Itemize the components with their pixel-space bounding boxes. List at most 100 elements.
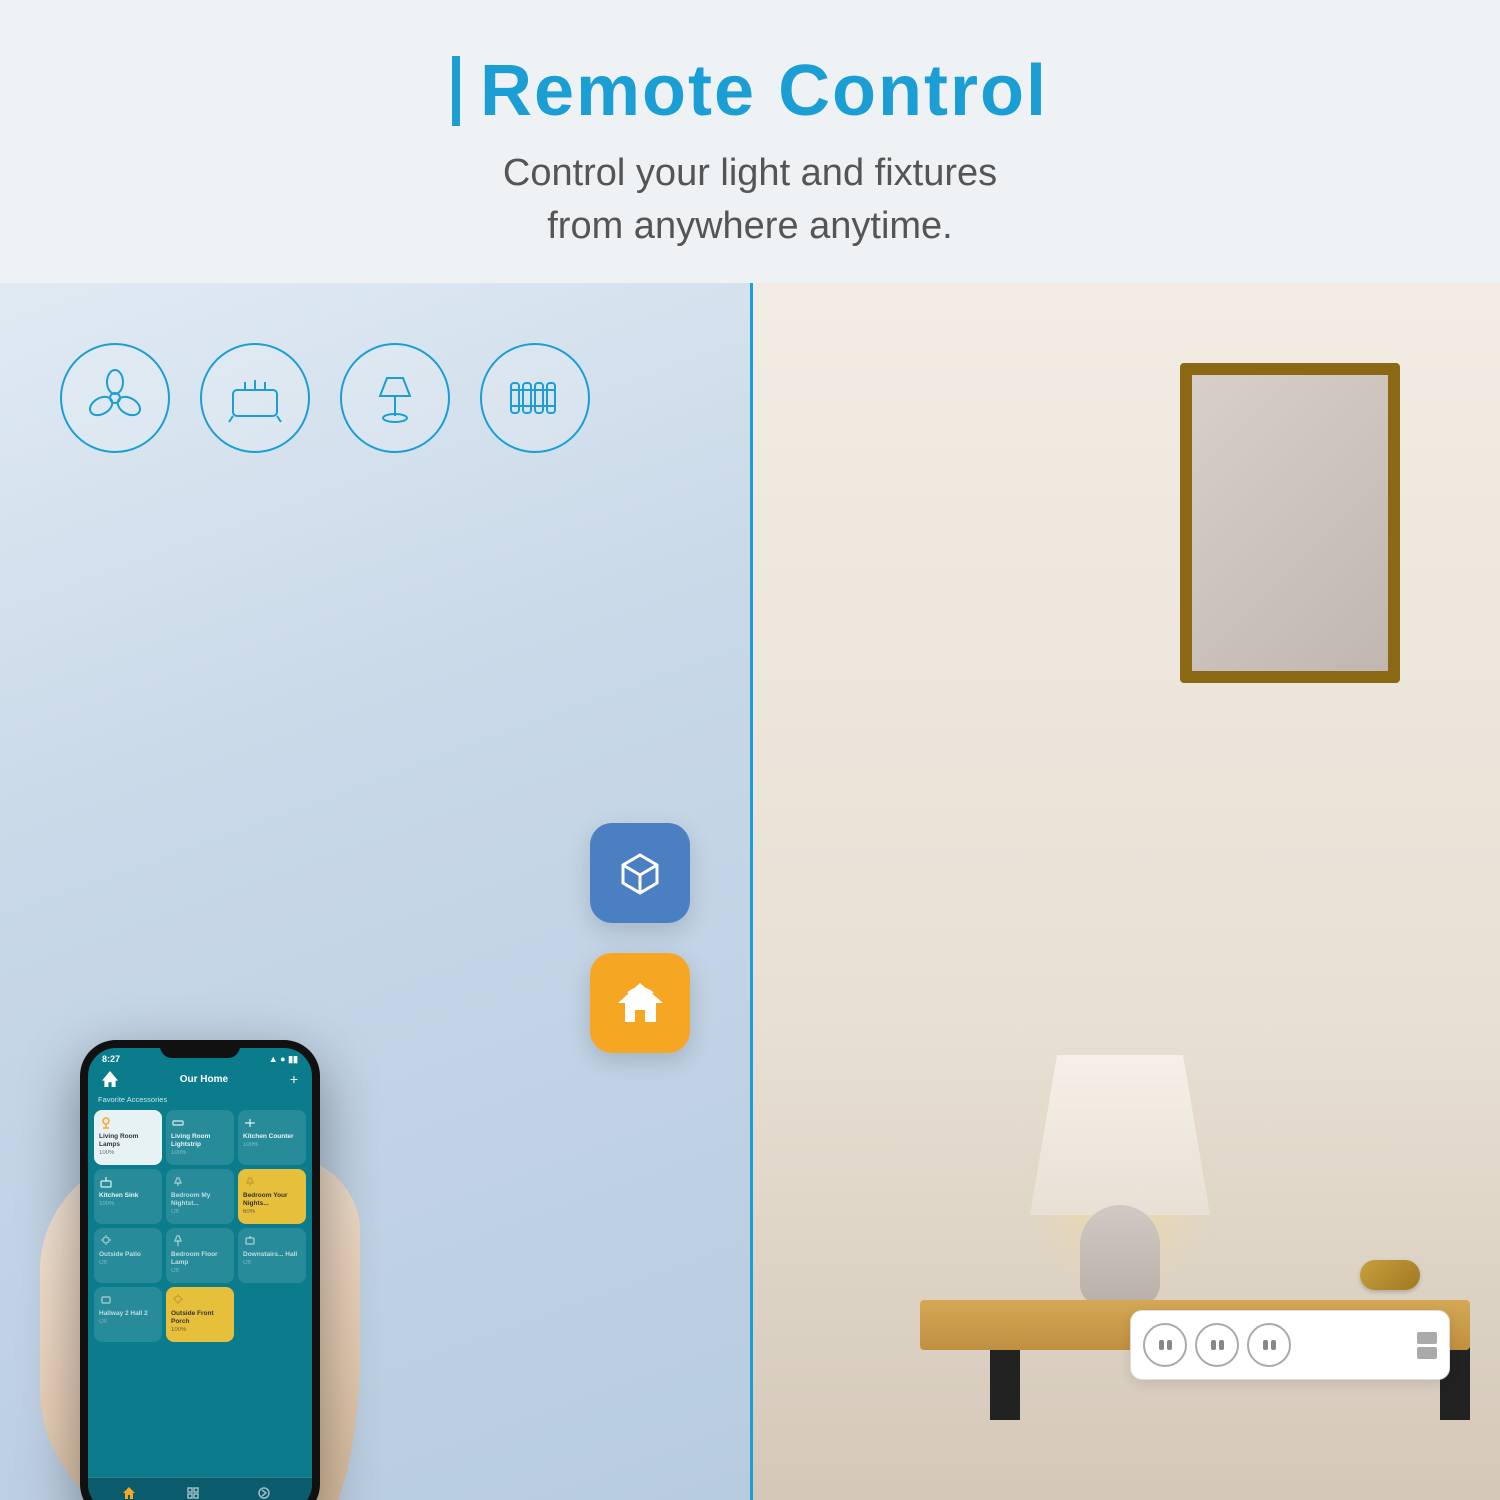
lamp-icon-circle xyxy=(340,343,450,453)
right-panel xyxy=(750,283,1500,1500)
tile-name-bedroom-nightstand: Bedroom My Nightst... xyxy=(171,1192,229,1208)
nav-rooms[interactable]: Rooms xyxy=(183,1486,202,1500)
tile-status-bedroom-floor-lamp: Off xyxy=(171,1268,229,1274)
usb-port-1 xyxy=(1417,1332,1437,1344)
phone-tile-grid: Living Room Lamps 100% Living Room Light… xyxy=(88,1106,312,1346)
header-section: Remote Control Control your light and fi… xyxy=(0,0,1500,283)
tile-kitchen-sink[interactable]: Kitchen Sink 100% xyxy=(94,1169,162,1224)
meross-logo xyxy=(613,845,668,900)
tile-living-room-lamps[interactable]: Living Room Lamps 100% xyxy=(94,1110,162,1165)
main-content: 8:27 ▲ ● ▮▮ Our Home + Favorite Accessor… xyxy=(0,283,1500,1500)
toaster-icon xyxy=(225,368,285,428)
tile-status-living-room-lamps: 100% xyxy=(99,1150,157,1156)
tile-nightstand2-icon xyxy=(243,1175,257,1189)
nav-rooms-icon xyxy=(186,1486,200,1500)
phone-home-icon xyxy=(102,1071,118,1087)
tile-name-kitchen-counter: Kitchen Counter xyxy=(243,1133,301,1141)
tile-status-downstairs-hall: Off xyxy=(243,1260,301,1266)
outlet-1 xyxy=(1143,1323,1187,1367)
tile-hall-icon xyxy=(243,1234,257,1248)
tile-kitchen-counter[interactable]: Kitchen Counter 100% xyxy=(238,1110,306,1165)
tile-status-outside-patio: Off xyxy=(99,1260,157,1266)
tile-name-kitchen-sink: Kitchen Sink xyxy=(99,1192,157,1200)
subtitle: Control your light and fixtures from any… xyxy=(0,147,1500,253)
tile-lamp-icon xyxy=(99,1116,113,1130)
tile-status-bedroom-nightstand: Off xyxy=(171,1209,229,1215)
nav-home[interactable]: Home xyxy=(121,1486,137,1500)
tile-status-lightstrip: 100% xyxy=(171,1150,229,1156)
nav-automation-icon xyxy=(257,1486,271,1500)
radiator-icon-circle xyxy=(480,343,590,453)
subtitle-line1: Control your light and fixtures xyxy=(503,152,997,194)
outlet-hole xyxy=(1159,1340,1164,1350)
tile-name-outside-front-porch: Outside Front Porch xyxy=(171,1310,229,1326)
outlet-hole xyxy=(1263,1340,1268,1350)
tile-outside-patio[interactable]: Outside Patio Off xyxy=(94,1228,162,1283)
table-leg-left xyxy=(990,1340,1020,1420)
tile-living-room-lightstrip[interactable]: Living Room Lightstrip 100% xyxy=(166,1110,234,1165)
tile-status-bedroom-nightstand2: 60% xyxy=(243,1209,301,1215)
phone-frame: 8:27 ▲ ● ▮▮ Our Home + Favorite Accessor… xyxy=(80,1040,320,1500)
main-title: Remote Control xyxy=(0,50,1500,132)
tile-name-lightstrip: Living Room Lightstrip xyxy=(171,1133,229,1149)
phone-screen: 8:27 ▲ ● ▮▮ Our Home + Favorite Accessor… xyxy=(88,1048,312,1500)
fan-icon xyxy=(85,368,145,428)
left-panel: 8:27 ▲ ● ▮▮ Our Home + Favorite Accessor… xyxy=(0,283,750,1500)
tile-name-downstairs-hall: Downstairs... Hall xyxy=(243,1251,301,1259)
outlet-holes-1 xyxy=(1159,1340,1172,1350)
lamp-shade xyxy=(1030,1055,1210,1215)
phone-add-icon[interactable]: + xyxy=(290,1071,298,1087)
tile-hallway2-icon xyxy=(99,1293,113,1307)
app-icons-float xyxy=(590,823,690,1053)
device-icons-row xyxy=(60,343,590,453)
tile-bedroom-nightstand2[interactable]: Bedroom Your Nights... 60% xyxy=(238,1169,306,1224)
radiator-icon xyxy=(505,368,565,428)
tile-bedroom-floor-lamp[interactable]: Bedroom Floor Lamp Off xyxy=(166,1228,234,1283)
usb-port-2 xyxy=(1417,1347,1437,1359)
subtitle-line2: from anywhere anytime. xyxy=(547,205,953,247)
phone-wrapper: 8:27 ▲ ● ▮▮ Our Home + Favorite Accessor… xyxy=(80,1040,320,1500)
tile-status-kitchen-sink: 100% xyxy=(99,1201,157,1207)
phone-bottom-nav: Home Rooms xyxy=(88,1477,312,1500)
outlet-hole xyxy=(1211,1340,1216,1350)
fan-icon-circle xyxy=(60,343,170,453)
tile-strip-icon xyxy=(171,1116,185,1130)
divider-line xyxy=(750,283,753,1500)
room-mirror xyxy=(1180,363,1400,683)
tile-status-kitchen-counter: 100% xyxy=(243,1142,301,1148)
smart-home-app-icon[interactable] xyxy=(590,953,690,1053)
tile-status-outside-front-porch: 100% xyxy=(171,1327,229,1333)
power-strip xyxy=(1130,1310,1450,1380)
tile-downstairs-hall[interactable]: Downstairs... Hall Off xyxy=(238,1228,306,1283)
usb-ports xyxy=(1417,1332,1437,1359)
smart-home-logo xyxy=(613,975,668,1030)
phone-home-label: Our Home xyxy=(180,1074,228,1085)
toaster-icon-circle xyxy=(200,343,310,453)
tile-name-living-room-lamps: Living Room Lamps xyxy=(99,1133,157,1149)
outlet-3 xyxy=(1247,1323,1291,1367)
tile-front-porch-icon xyxy=(171,1293,185,1307)
phone-notch xyxy=(160,1040,240,1058)
title-bar-decoration xyxy=(452,56,460,126)
tile-name-outside-patio: Outside Patio xyxy=(99,1251,157,1259)
outlet-hole xyxy=(1219,1340,1224,1350)
tile-bedroom-nightstand[interactable]: Bedroom My Nightst... Off xyxy=(166,1169,234,1224)
nav-automation[interactable]: Automation xyxy=(249,1486,279,1500)
tile-name-bedroom-floor-lamp: Bedroom Floor Lamp xyxy=(171,1251,229,1267)
tile-patio-icon xyxy=(99,1234,113,1248)
lamp-icon xyxy=(365,368,425,428)
tile-name-hallway2: Hallway 2 Hall 2 xyxy=(99,1310,157,1318)
outlet-hole xyxy=(1271,1340,1276,1350)
page-title: Remote Control xyxy=(480,50,1048,132)
outlet-hole xyxy=(1167,1340,1172,1350)
tile-floor-lamp-icon xyxy=(171,1234,185,1248)
tile-outside-front-porch[interactable]: Outside Front Porch 100% xyxy=(166,1287,234,1342)
phone-time: 8:27 xyxy=(102,1054,120,1065)
tile-hallway2[interactable]: Hallway 2 Hall 2 Off xyxy=(94,1287,162,1342)
tile-name-bedroom-nightstand2: Bedroom Your Nights... xyxy=(243,1192,301,1208)
keys-on-table xyxy=(1360,1260,1420,1290)
outlet-2 xyxy=(1195,1323,1239,1367)
tile-status-hallway2: Off xyxy=(99,1319,157,1325)
page-container: Remote Control Control your light and fi… xyxy=(0,0,1500,1500)
meross-app-icon[interactable] xyxy=(590,823,690,923)
